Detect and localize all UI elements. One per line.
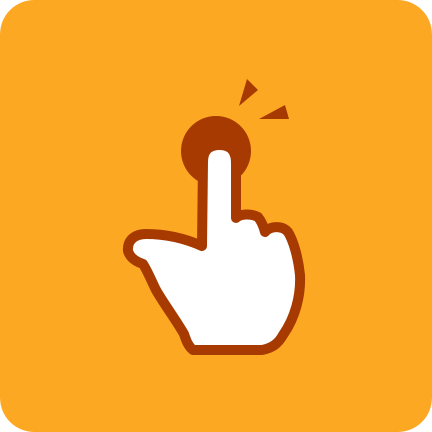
tap-app-icon[interactable]	[0, 0, 432, 432]
tap-gesture-icon	[0, 0, 432, 432]
